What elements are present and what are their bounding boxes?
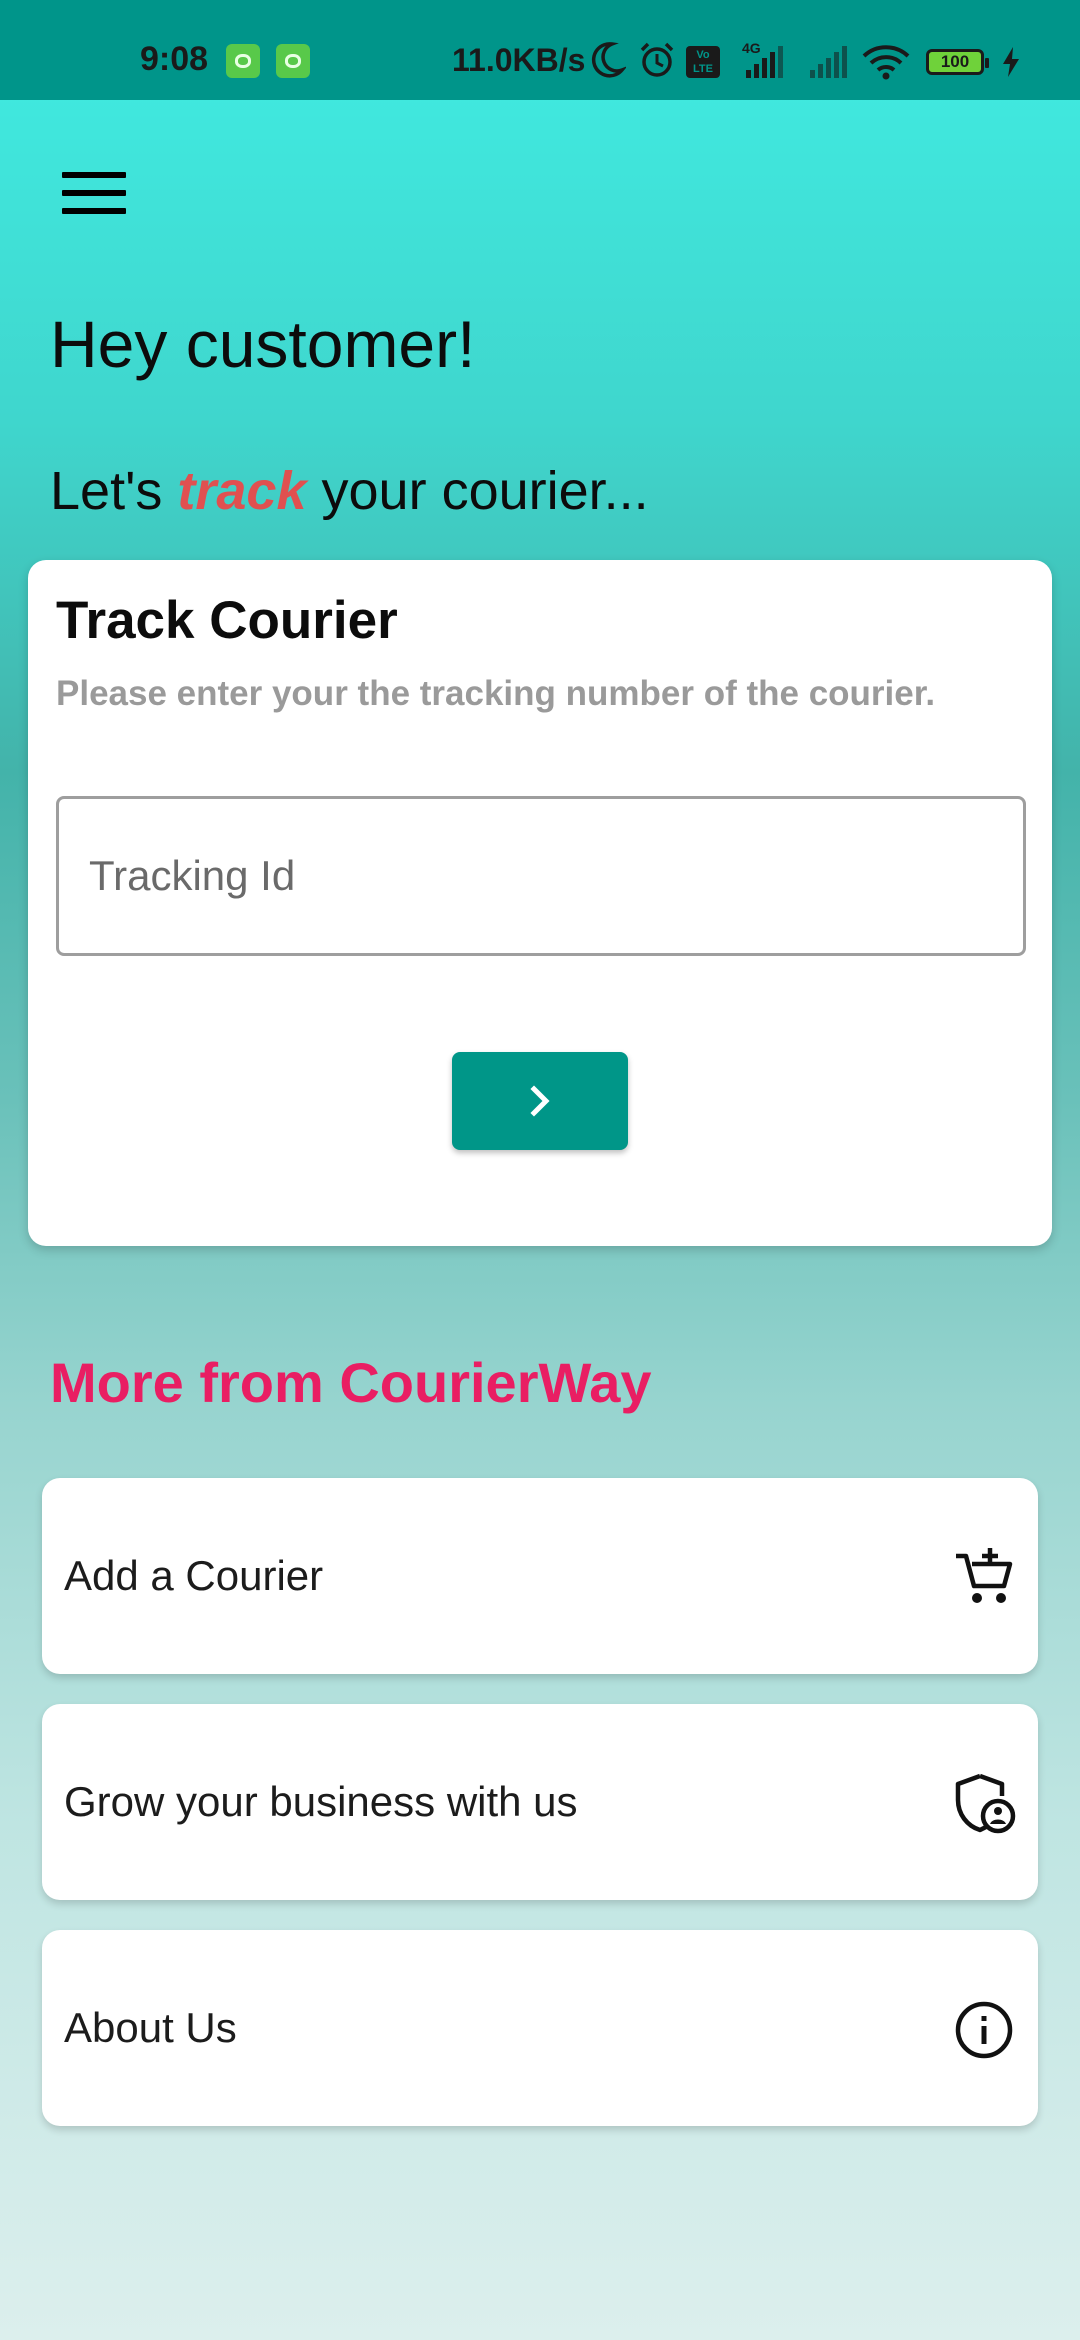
volte-icon: Vo LTE bbox=[686, 46, 720, 78]
charging-icon bbox=[1003, 47, 1019, 77]
list-item-label: About Us bbox=[64, 2004, 237, 2051]
greeting-heading: Hey customer! bbox=[50, 307, 476, 381]
card-subtitle: Please enter your the tracking number of… bbox=[56, 674, 936, 713]
tagline-emphasis: track bbox=[177, 461, 307, 521]
chevron-right-icon bbox=[530, 1085, 550, 1117]
more-section-heading: More from CourierWay bbox=[50, 1351, 652, 1414]
about-us-item[interactable]: About Us bbox=[42, 1930, 1038, 2126]
admin-shield-icon bbox=[955, 1773, 1016, 1834]
tracking-id-input[interactable] bbox=[56, 796, 1026, 956]
wifi-icon bbox=[862, 45, 910, 80]
add-courier-item[interactable]: Add a Courier bbox=[42, 1478, 1038, 1674]
tagline-prefix: Let's bbox=[50, 461, 163, 521]
info-icon bbox=[955, 2001, 1013, 2059]
list-item-label: Add a Courier bbox=[64, 1552, 324, 1599]
moon-icon bbox=[591, 42, 626, 78]
tagline: Let's track your courier... bbox=[50, 460, 649, 522]
tagline-suffix: your courier... bbox=[321, 461, 649, 521]
track-courier-card: Track Courier Please enter your the trac… bbox=[28, 560, 1052, 1246]
menu-button[interactable] bbox=[50, 160, 138, 232]
battery-level: 100 bbox=[940, 52, 970, 71]
signal-icon bbox=[746, 46, 783, 78]
menu-bar bbox=[62, 190, 126, 196]
card-title: Track Courier bbox=[56, 591, 398, 650]
volte-label: Vo LTE bbox=[693, 49, 713, 75]
menu-bar bbox=[62, 172, 126, 178]
notification-app-icon bbox=[226, 44, 260, 78]
status-time: 9:08 bbox=[140, 40, 209, 78]
notification-app-icon bbox=[276, 44, 310, 78]
add-shopping-cart-icon bbox=[956, 1548, 1013, 1603]
network-speed: 11.0KB/s bbox=[452, 42, 586, 78]
signal-icon bbox=[810, 46, 847, 78]
alarm-icon bbox=[640, 42, 674, 77]
menu-bar bbox=[62, 208, 126, 214]
status-bar: 9:08 11.0KB/s Vo LTE 4G 100 bbox=[0, 0, 1080, 100]
battery-indicator: 100 bbox=[926, 49, 989, 75]
list-item-label: Grow your business with us bbox=[64, 1778, 578, 1825]
grow-business-item[interactable]: Grow your business with us bbox=[42, 1704, 1038, 1900]
track-submit-button[interactable] bbox=[452, 1052, 628, 1150]
